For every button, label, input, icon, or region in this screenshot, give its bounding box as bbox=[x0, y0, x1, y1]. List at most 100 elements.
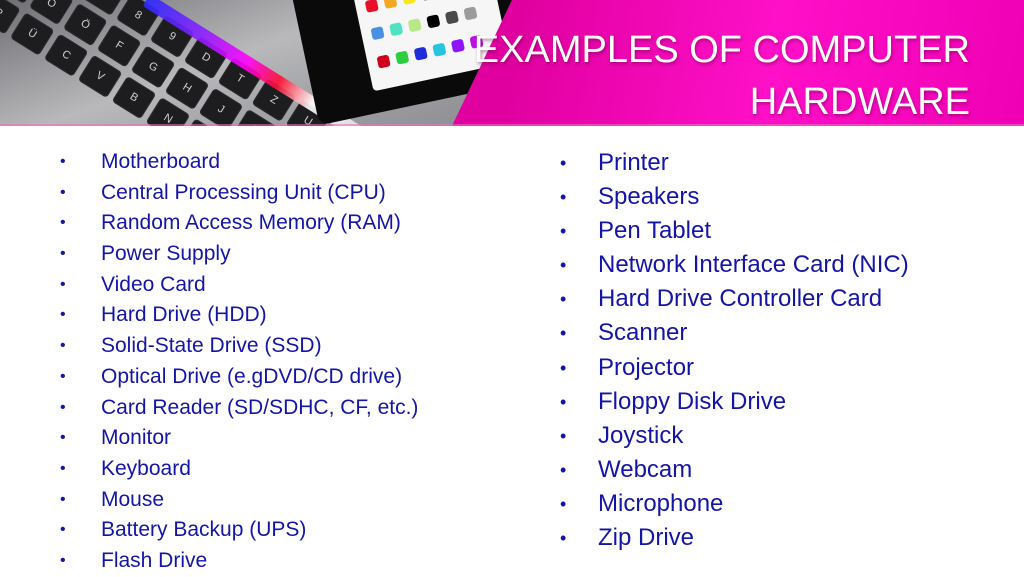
list-item: • Card Reader (SD/SDHC, CF, etc.) bbox=[60, 393, 418, 424]
bullet-icon: • bbox=[560, 323, 567, 344]
color-swatch bbox=[401, 0, 417, 6]
color-swatch bbox=[389, 22, 404, 37]
list-item: • Microphone bbox=[560, 487, 909, 521]
bullet-icon: • bbox=[60, 429, 66, 447]
list-item: • Network Interface Card (NIC) bbox=[560, 248, 909, 282]
list-item: • Scanner bbox=[560, 316, 909, 350]
color-swatch bbox=[420, 0, 435, 2]
list-item: • Battery Backup (UPS) bbox=[60, 515, 418, 546]
list-item: • Speakers bbox=[560, 180, 909, 214]
list-item-label: Flash Drive bbox=[101, 548, 208, 572]
bullet-icon: • bbox=[560, 153, 567, 173]
list-item-label: Random Access Memory (RAM) bbox=[101, 211, 401, 235]
list-item: • Floppy Disk Drive bbox=[560, 385, 909, 419]
list-item-label: Hard Drive (HDD) bbox=[101, 303, 267, 327]
list-item-label: Keyboard bbox=[101, 456, 191, 480]
bullet-icon: • bbox=[560, 425, 567, 446]
bullet-icon: • bbox=[560, 357, 567, 378]
list-item: • Projector bbox=[560, 351, 909, 385]
bullet-icon: • bbox=[560, 187, 567, 208]
bullet-icon: • bbox=[60, 398, 66, 416]
list-item: • Video Card bbox=[60, 270, 418, 301]
bullet-icon: • bbox=[60, 490, 66, 508]
list-item: • Central Processing Unit (CPU) bbox=[60, 178, 418, 209]
list-item-label: Pen Tablet bbox=[598, 217, 711, 245]
slide-title: EXAMPLES OF COMPUTER HARDWARE bbox=[474, 24, 970, 126]
list-item-label: Solid-State Drive (SSD) bbox=[101, 334, 322, 358]
list-item-label: Power Supply bbox=[101, 242, 231, 266]
bullet-icon: • bbox=[60, 245, 66, 263]
list-item-label: Monitor bbox=[101, 426, 172, 450]
list-item-label: Optical Drive (e.gDVD/CD drive) bbox=[101, 364, 403, 388]
list-item-label: Projector bbox=[598, 353, 695, 381]
color-swatch bbox=[395, 50, 410, 65]
color-swatch bbox=[370, 26, 385, 41]
bullet-icon: • bbox=[60, 521, 66, 539]
bullet-icon: • bbox=[560, 289, 567, 310]
list-item: • Webcam bbox=[560, 453, 909, 487]
color-swatch bbox=[407, 18, 422, 33]
bullet-icon: • bbox=[60, 459, 66, 477]
bullet-icon: • bbox=[60, 337, 66, 355]
list-item-label: Motherboard bbox=[101, 150, 221, 173]
bullet-icon: • bbox=[60, 214, 66, 232]
bullet-icon: • bbox=[560, 221, 567, 242]
color-swatch bbox=[444, 10, 460, 25]
bullet-icon: • bbox=[560, 391, 567, 412]
list-item-label: Mouse bbox=[101, 487, 165, 511]
laptop-photo: R6789DTZUIOÖFGHJKLPÜCVBNMÄ bbox=[0, 0, 512, 126]
color-swatch bbox=[376, 54, 391, 69]
bullet-icon: • bbox=[60, 367, 66, 385]
color-swatch bbox=[383, 0, 398, 9]
color-swatch bbox=[413, 46, 428, 61]
bullet-icon: • bbox=[60, 551, 66, 569]
color-swatch bbox=[450, 38, 466, 53]
list-item: • Power Supply bbox=[60, 239, 418, 270]
list-item-label: Video Card bbox=[101, 272, 206, 296]
list-item-label: Card Reader (SD/SDHC, CF, etc.) bbox=[101, 395, 419, 419]
title-line-2: HARDWARE bbox=[749, 81, 970, 123]
list-item: • Motherboard bbox=[60, 147, 418, 178]
list-item-label: Hard Drive Controller Card bbox=[598, 285, 883, 313]
bullet-icon: • bbox=[560, 493, 567, 514]
list-item: • Flash Drive bbox=[60, 546, 418, 577]
list-item-label: Printer bbox=[598, 149, 669, 176]
list-item-label: Central Processing Unit (CPU) bbox=[101, 180, 386, 204]
title-banner: R6789DTZUIOÖFGHJKLPÜCVBNMÄ EXAMPLES OF C… bbox=[0, 0, 1024, 126]
list-item: • Hard Drive (HDD) bbox=[60, 300, 418, 331]
list-item: • Mouse bbox=[60, 485, 418, 516]
bullet-icon: • bbox=[60, 275, 66, 293]
hardware-list-right: • Printer • Speakers • Pen Tablet • Network Int… bbox=[560, 146, 909, 555]
bullet-icon: • bbox=[60, 306, 66, 324]
bullet-icon: • bbox=[60, 153, 66, 170]
list-item: • Monitor bbox=[60, 423, 418, 454]
list-item-label: Zip Drive bbox=[598, 524, 695, 552]
list-item-label: Scanner bbox=[598, 319, 688, 347]
list-item-label: Battery Backup (UPS) bbox=[101, 518, 307, 542]
color-swatch bbox=[432, 42, 447, 57]
list-item: • Optical Drive (e.gDVD/CD drive) bbox=[60, 362, 418, 393]
list-item: • Pen Tablet bbox=[560, 214, 909, 248]
list-item: • Keyboard bbox=[60, 454, 418, 485]
list-item-label: Microphone bbox=[598, 489, 724, 517]
hardware-list-left: • Motherboard • Central Processing Unit (CP… bbox=[60, 147, 418, 577]
list-item: • Hard Drive Controller Card bbox=[560, 282, 909, 316]
color-swatch bbox=[426, 14, 441, 29]
bullet-icon: • bbox=[60, 183, 66, 201]
list-item-label: Network Interface Card (NIC) bbox=[598, 251, 909, 279]
list-item: • Printer bbox=[560, 146, 909, 180]
list-item: • Solid-State Drive (SSD) bbox=[60, 331, 418, 362]
color-swatch bbox=[463, 6, 478, 21]
list-item: • Joystick bbox=[560, 419, 909, 453]
list-item: • Random Access Memory (RAM) bbox=[60, 208, 418, 239]
bullet-icon: • bbox=[560, 459, 567, 480]
bullet-icon: • bbox=[560, 255, 567, 276]
color-swatch bbox=[364, 0, 379, 13]
list-item: • Zip Drive bbox=[560, 521, 909, 555]
list-item-label: Webcam bbox=[598, 455, 693, 483]
list-item-label: Floppy Disk Drive bbox=[598, 387, 787, 415]
list-item-label: Joystick bbox=[598, 421, 684, 449]
bullet-icon: • bbox=[560, 528, 567, 549]
title-line-1: EXAMPLES OF COMPUTER bbox=[473, 29, 970, 71]
list-item-label: Speakers bbox=[598, 183, 700, 211]
